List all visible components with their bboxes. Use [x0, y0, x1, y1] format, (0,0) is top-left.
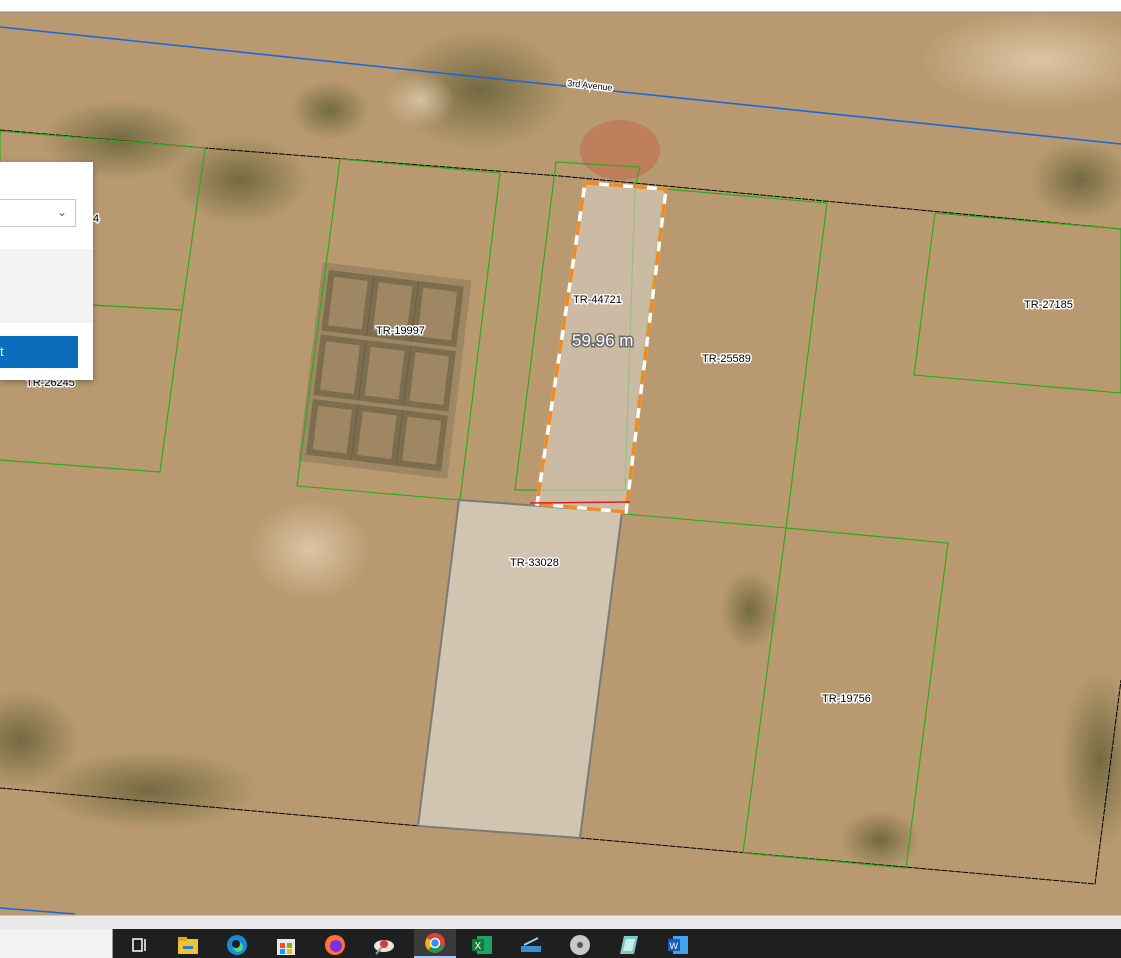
map-status-strip: [0, 915, 1121, 930]
parcel-label-TR-27185: TR-27185: [1024, 299, 1073, 311]
layer-dropdown[interactable]: ⌄: [0, 199, 76, 227]
measurement-label: 59.96 m: [572, 331, 633, 350]
window-top-strip: [0, 0, 1121, 12]
parcel-label-TR-19756: TR-19756: [822, 693, 871, 705]
measure-line: [529, 501, 631, 504]
svg-text:X: X: [475, 941, 482, 952]
word-icon[interactable]: W: [665, 932, 691, 958]
firefox-icon[interactable]: [322, 932, 348, 958]
parcel-label-TR-19997: TR-19997: [376, 325, 425, 337]
map-view[interactable]: 3rd Avenue TR-44721 59.96 m TR-19997 TR-…: [0, 0, 1121, 958]
disk-icon[interactable]: [567, 932, 593, 958]
store-icon[interactable]: [273, 932, 299, 958]
excel-icon[interactable]: X: [469, 932, 495, 958]
chevron-down-icon: ⌄: [56, 205, 67, 219]
svg-text:W: W: [670, 941, 679, 951]
satellite-app-icon[interactable]: [371, 932, 397, 958]
edge-icon[interactable]: [224, 932, 250, 958]
taskbar-search-box[interactable]: [0, 929, 113, 958]
panel-content-area: [0, 249, 93, 323]
app-icon[interactable]: [616, 932, 642, 958]
parcel-label-TR-25589: TR-25589: [702, 353, 751, 365]
scanner-icon[interactable]: [518, 932, 544, 958]
parcel-label-partial: 4: [93, 213, 99, 225]
parcel-label-TR-44721: TR-44721: [573, 294, 622, 306]
building-footprint: [298, 262, 472, 480]
panel-action-button[interactable]: t: [0, 336, 78, 368]
file-explorer-icon[interactable]: [175, 932, 201, 958]
side-panel: ⌄ t: [0, 162, 93, 380]
task-view-icon[interactable]: [127, 932, 153, 958]
parcel-label-TR-33028: TR-33028: [510, 557, 559, 569]
taskbar: X W: [0, 929, 1121, 958]
chrome-icon[interactable]: [414, 929, 456, 958]
